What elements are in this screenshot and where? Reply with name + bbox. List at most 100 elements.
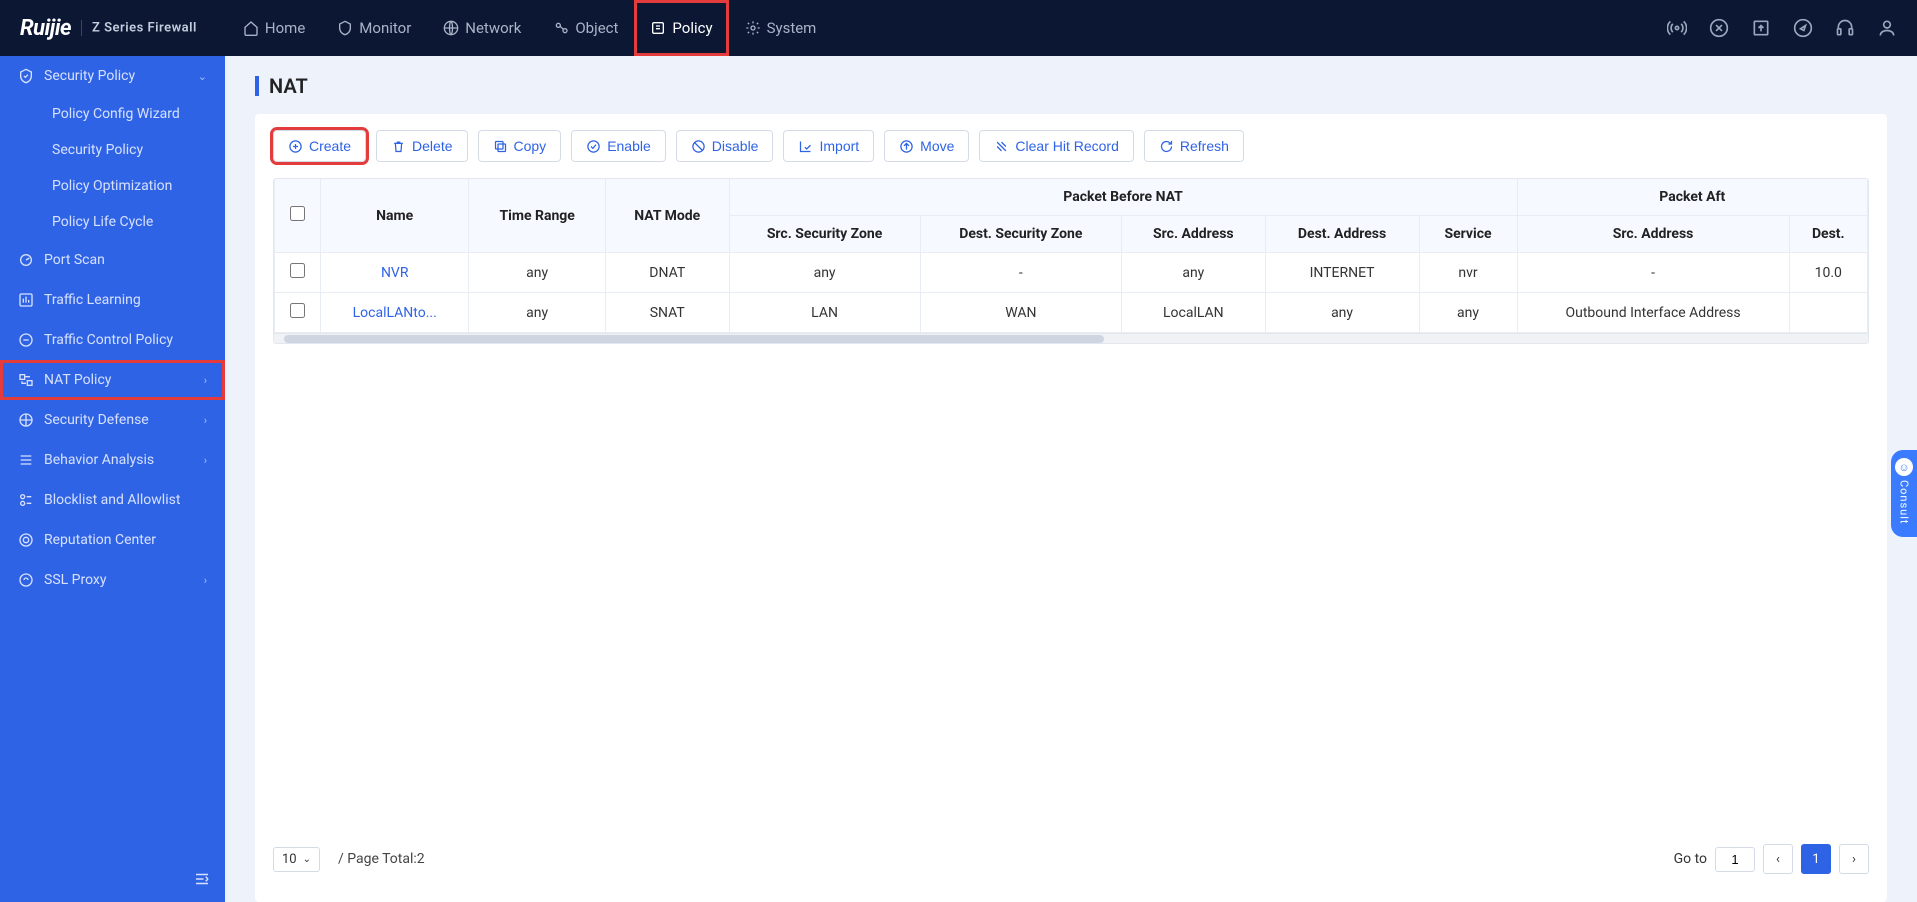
page-size-value: 10 bbox=[282, 852, 297, 867]
next-page-button[interactable]: › bbox=[1839, 844, 1869, 874]
headset-icon[interactable] bbox=[1835, 18, 1855, 38]
sidebar-item-security-defense[interactable]: Security Defense › bbox=[0, 400, 225, 440]
move-button[interactable]: Move bbox=[884, 130, 969, 162]
sidebar-sub-policy-optimization[interactable]: Policy Optimization bbox=[0, 168, 225, 204]
sidebar-item-reputation[interactable]: Reputation Center bbox=[0, 520, 225, 560]
consult-avatar-icon: ☺ bbox=[1895, 458, 1913, 476]
toolbar: Create Delete Copy Enable bbox=[273, 130, 1869, 162]
row-dest-addr: INTERNET bbox=[1265, 253, 1419, 293]
row-name-link[interactable]: LocalLANto... bbox=[321, 293, 469, 333]
topbar-actions bbox=[1667, 18, 1897, 38]
sidebar-sub-policy-life-cycle[interactable]: Policy Life Cycle bbox=[0, 204, 225, 240]
list-icon bbox=[18, 492, 34, 508]
page-number-button[interactable]: 1 bbox=[1801, 844, 1831, 874]
col-service: Service bbox=[1419, 216, 1517, 253]
select-all-checkbox[interactable] bbox=[290, 206, 305, 221]
sidebar-item-security-policy[interactable]: Security Policy ⌄ bbox=[0, 56, 225, 96]
prev-page-button[interactable]: ‹ bbox=[1763, 844, 1793, 874]
topnav-object[interactable]: Object bbox=[537, 0, 634, 56]
sidebar-item-label: Reputation Center bbox=[44, 532, 156, 548]
topbar: Ruijie Z Series Firewall Home Monitor Ne… bbox=[0, 0, 1917, 56]
refresh-button[interactable]: Refresh bbox=[1144, 130, 1244, 162]
sidebar-item-blocklist[interactable]: Blocklist and Allowlist bbox=[0, 480, 225, 520]
sidebar-item-nat-policy[interactable]: NAT Policy › bbox=[0, 360, 225, 400]
consult-label: Consult bbox=[1898, 480, 1911, 525]
col-src-addr: Src. Address bbox=[1122, 216, 1266, 253]
import-button[interactable]: Import bbox=[783, 130, 874, 162]
horizontal-scrollbar[interactable] bbox=[274, 333, 1868, 343]
row-name-link[interactable]: NVR bbox=[321, 253, 469, 293]
move-icon bbox=[899, 139, 914, 154]
consult-widget[interactable]: ☺ Consult bbox=[1891, 450, 1917, 537]
plus-circle-icon bbox=[288, 139, 303, 154]
sidebar-item-label: Traffic Learning bbox=[44, 292, 141, 308]
sidebar-sub-policy-wizard[interactable]: Policy Config Wizard bbox=[0, 96, 225, 132]
logo-area: Ruijie Z Series Firewall bbox=[20, 16, 197, 41]
topnav-network[interactable]: Network bbox=[427, 0, 537, 56]
page-title: NAT bbox=[255, 74, 1887, 98]
create-button[interactable]: Create bbox=[273, 130, 366, 162]
sidebar-item-behavior-analysis[interactable]: Behavior Analysis › bbox=[0, 440, 225, 480]
sidebar-item-traffic-learning[interactable]: Traffic Learning bbox=[0, 280, 225, 320]
row-after-src: - bbox=[1517, 253, 1789, 293]
col-src-zone: Src. Security Zone bbox=[729, 216, 920, 253]
topnav-system[interactable]: System bbox=[729, 0, 833, 56]
copy-button[interactable]: Copy bbox=[478, 130, 562, 162]
table-footer: 10 ⌄ / Page Total:2 Go to ‹ 1 › bbox=[273, 830, 1869, 892]
user-icon[interactable] bbox=[1877, 18, 1897, 38]
goto-label: Go to bbox=[1674, 851, 1707, 867]
sidebar-item-label: Security Defense bbox=[44, 412, 149, 428]
disable-button[interactable]: Disable bbox=[676, 130, 774, 162]
trash-icon bbox=[391, 139, 406, 154]
page-title-text: NAT bbox=[269, 74, 308, 98]
row-dest-zone: - bbox=[920, 253, 1121, 293]
dashboard-icon[interactable] bbox=[1709, 18, 1729, 38]
row-checkbox[interactable] bbox=[290, 263, 305, 278]
page-total-label: / Page Total:2 bbox=[338, 851, 425, 867]
gear-icon bbox=[745, 20, 761, 36]
scrollbar-thumb[interactable] bbox=[284, 335, 1104, 343]
nat-table: Name Time Range NAT Mode Packet Before N… bbox=[274, 179, 1868, 333]
sidebar-item-ssl-proxy[interactable]: SSL Proxy › bbox=[0, 560, 225, 600]
enable-button[interactable]: Enable bbox=[571, 130, 666, 162]
brand-logo: Ruijie bbox=[20, 16, 71, 41]
clear-hit-record-button[interactable]: Clear Hit Record bbox=[979, 130, 1133, 162]
title-accent-bar bbox=[255, 76, 259, 96]
topnav-home[interactable]: Home bbox=[227, 0, 321, 56]
sidebar-sub-security-policy[interactable]: Security Policy bbox=[0, 132, 225, 168]
col-time-range: Time Range bbox=[469, 179, 606, 253]
sidebar-collapse-button[interactable] bbox=[193, 870, 211, 888]
button-label: Move bbox=[920, 138, 954, 154]
topnav-policy[interactable]: Policy bbox=[634, 0, 728, 56]
row-after-dest bbox=[1789, 293, 1867, 333]
compass-icon[interactable] bbox=[1793, 18, 1813, 38]
policy-icon bbox=[650, 20, 666, 36]
chevron-right-icon: › bbox=[204, 374, 207, 387]
ban-icon bbox=[691, 139, 706, 154]
shield-check-icon bbox=[18, 68, 34, 84]
upload-icon[interactable] bbox=[1751, 18, 1771, 38]
row-checkbox[interactable] bbox=[290, 303, 305, 318]
row-mode: DNAT bbox=[605, 253, 729, 293]
row-dest-zone: WAN bbox=[920, 293, 1121, 333]
col-after-dest: Dest. bbox=[1789, 216, 1867, 253]
goto-page-input[interactable] bbox=[1715, 847, 1755, 872]
topnav-monitor[interactable]: Monitor bbox=[321, 0, 427, 56]
sidebar-item-port-scan[interactable]: Port Scan bbox=[0, 240, 225, 280]
page-size-select[interactable]: 10 ⌄ bbox=[273, 847, 320, 872]
sidebar-item-label: NAT Policy bbox=[44, 372, 111, 388]
button-label: Delete bbox=[412, 138, 452, 154]
delete-button[interactable]: Delete bbox=[376, 130, 467, 162]
refresh-icon bbox=[1159, 139, 1174, 154]
broadcast-icon[interactable] bbox=[1667, 18, 1687, 38]
sidebar-item-label: Behavior Analysis bbox=[44, 452, 154, 468]
button-label: Refresh bbox=[1180, 138, 1229, 154]
col-dest-addr: Dest. Address bbox=[1265, 216, 1419, 253]
chevron-right-icon: › bbox=[204, 414, 207, 427]
chevron-right-icon: › bbox=[204, 574, 207, 587]
row-src-zone: LAN bbox=[729, 293, 920, 333]
home-icon bbox=[243, 20, 259, 36]
pagination: Go to ‹ 1 › bbox=[1674, 844, 1869, 874]
sidebar-item-traffic-control[interactable]: Traffic Control Policy bbox=[0, 320, 225, 360]
row-dest-addr: any bbox=[1265, 293, 1419, 333]
